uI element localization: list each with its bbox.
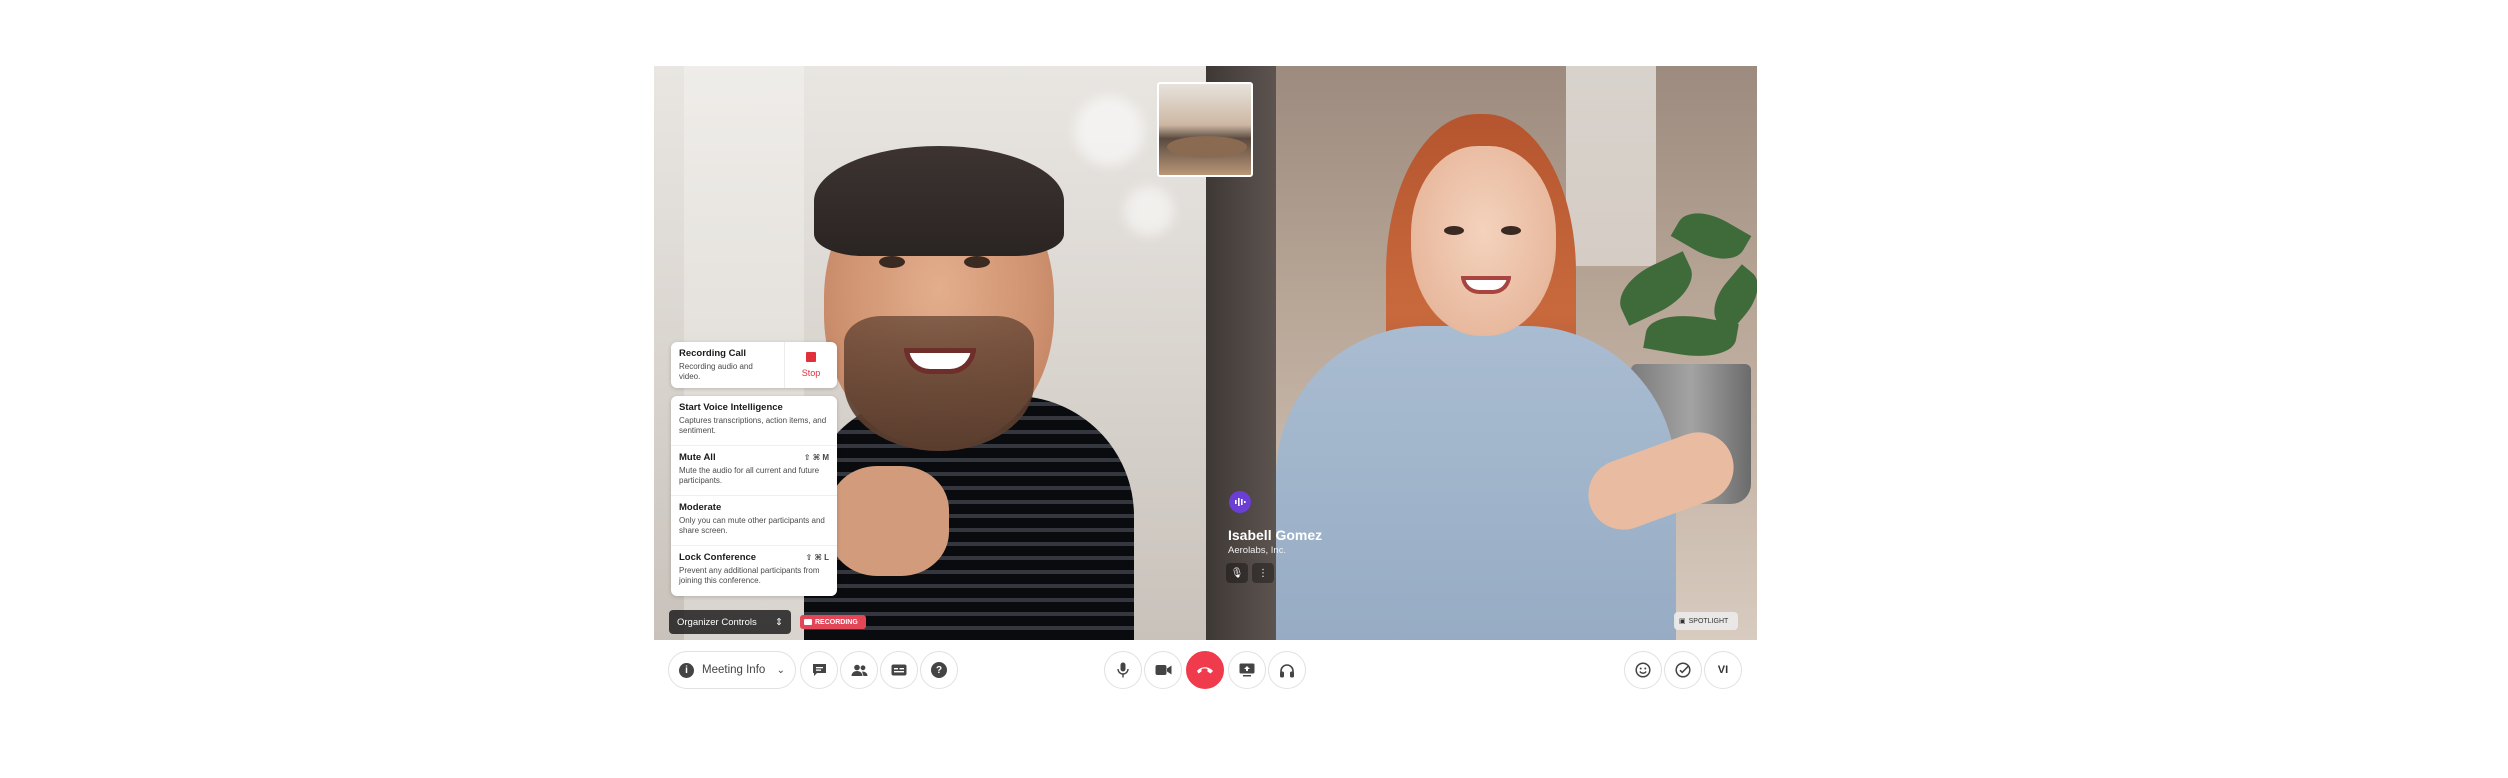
meeting-toolbar: i Meeting Info ⌄ ? VI (654, 651, 1757, 695)
self-view-thumbnail[interactable] (1157, 82, 1253, 177)
participant-beard (844, 316, 1034, 451)
participant-hand (829, 466, 949, 576)
menu-item-mute-all[interactable]: Mute All ⇧ ⌘ M Mute the audio for all cu… (671, 446, 837, 496)
menu-item-description: Only you can mute other participants and… (679, 516, 825, 535)
menu-item-description: Mute the audio for all current and futur… (679, 466, 820, 485)
more-vertical-icon: ⋮ (1258, 567, 1268, 579)
camera-button[interactable] (1144, 651, 1182, 689)
participant-eye (1501, 226, 1521, 235)
chevron-down-icon: ⌄ (776, 664, 785, 676)
record-icon (804, 619, 812, 625)
conference-table (1167, 136, 1247, 158)
meeting-info-button[interactable]: i Meeting Info ⌄ (668, 651, 796, 689)
audio-wave-icon (1229, 491, 1251, 513)
microphone-icon: 🎙 (1230, 567, 1244, 579)
video-stage: Recording Call Recording audio and video… (654, 66, 1757, 640)
chat-button[interactable] (800, 651, 838, 689)
video-camera-icon (1155, 665, 1171, 675)
speaker-name: Isabell Gomez (1228, 527, 1323, 543)
check-circle-icon (1674, 662, 1691, 678)
video-meeting-app: Recording Call Recording audio and video… (654, 66, 1757, 706)
help-button[interactable]: ? (920, 651, 958, 689)
keyboard-shortcut: ⇧ ⌘ L (805, 553, 829, 562)
organizer-controls-popover: Recording Call Recording audio and video… (671, 342, 837, 596)
smiley-icon (1635, 662, 1651, 678)
recording-title: Recording Call (679, 348, 747, 359)
meeting-info-label: Meeting Info (702, 664, 766, 676)
avatar-initials: VI (1717, 664, 1729, 676)
reactions-button[interactable] (1624, 651, 1662, 689)
share-screen-icon (1239, 663, 1255, 677)
organizer-controls-label: Organizer Controls (677, 616, 757, 628)
bokeh-light (1124, 186, 1174, 236)
menu-item-description: Prevent any additional participants from… (679, 566, 820, 585)
effects-button[interactable] (1664, 651, 1702, 689)
recording-badge: RECORDING (800, 615, 866, 629)
stop-recording-button[interactable]: Stop (785, 342, 837, 388)
participants-icon (851, 664, 867, 676)
spotlight-icon: ▣ (1679, 618, 1686, 625)
stop-label: Stop (801, 368, 821, 378)
recording-badge-label: RECORDING (815, 618, 858, 626)
recording-card: Recording Call Recording audio and video… (671, 342, 837, 388)
end-call-button[interactable] (1186, 651, 1224, 689)
spotlight-button[interactable]: ▣ SPOTLIGHT (1674, 612, 1738, 630)
participant-eye (964, 256, 990, 268)
user-avatar[interactable]: VI (1704, 651, 1742, 689)
microphone-button[interactable] (1104, 651, 1142, 689)
participant-mic-button[interactable]: 🎙 (1226, 563, 1248, 583)
background-window (1566, 66, 1656, 266)
participant-face (1411, 146, 1556, 336)
help-icon: ? (931, 662, 947, 678)
participant-hair (814, 146, 1064, 256)
participant-tile-right[interactable] (1206, 66, 1757, 640)
stop-icon (806, 352, 816, 362)
spotlight-label: SPOTLIGHT (1688, 617, 1729, 625)
keyboard-shortcut: ⇧ ⌘ M (803, 453, 829, 462)
menu-item-voice-intelligence[interactable]: Start Voice Intelligence Captures transc… (671, 396, 837, 446)
menu-item-moderate[interactable]: Moderate Only you can mute other partici… (671, 496, 837, 546)
audio-settings-button[interactable] (1268, 651, 1306, 689)
updown-icon: ⇕ (775, 616, 783, 628)
info-icon: i (679, 662, 694, 678)
speaker-company: Aerolabs, Inc. (1228, 545, 1287, 556)
chat-icon (812, 664, 826, 676)
menu-item-description: Captures transcriptions, action items, a… (679, 416, 827, 435)
share-screen-button[interactable] (1228, 651, 1266, 689)
headphones-icon (1280, 663, 1294, 677)
microphone-icon (1117, 662, 1129, 678)
participant-more-button[interactable]: ⋮ (1252, 563, 1274, 583)
menu-item-title: Start Voice Intelligence (679, 402, 783, 413)
participant-eye (879, 256, 905, 268)
participants-button[interactable] (840, 651, 878, 689)
menu-item-title: Moderate (679, 502, 722, 513)
captions-icon (891, 664, 907, 676)
recording-description: Recording audio and video. (679, 362, 753, 381)
bokeh-light (1074, 96, 1144, 166)
captions-button[interactable] (880, 651, 918, 689)
recording-info: Recording Call Recording audio and video… (671, 342, 785, 388)
menu-item-lock-conference[interactable]: Lock Conference ⇧ ⌘ L Prevent any additi… (671, 546, 837, 596)
organizer-menu: Start Voice Intelligence Captures transc… (671, 396, 837, 596)
participant-eye (1444, 226, 1464, 235)
organizer-controls-button[interactable]: Organizer Controls ⇕ (669, 610, 791, 634)
hang-up-icon (1197, 667, 1213, 674)
